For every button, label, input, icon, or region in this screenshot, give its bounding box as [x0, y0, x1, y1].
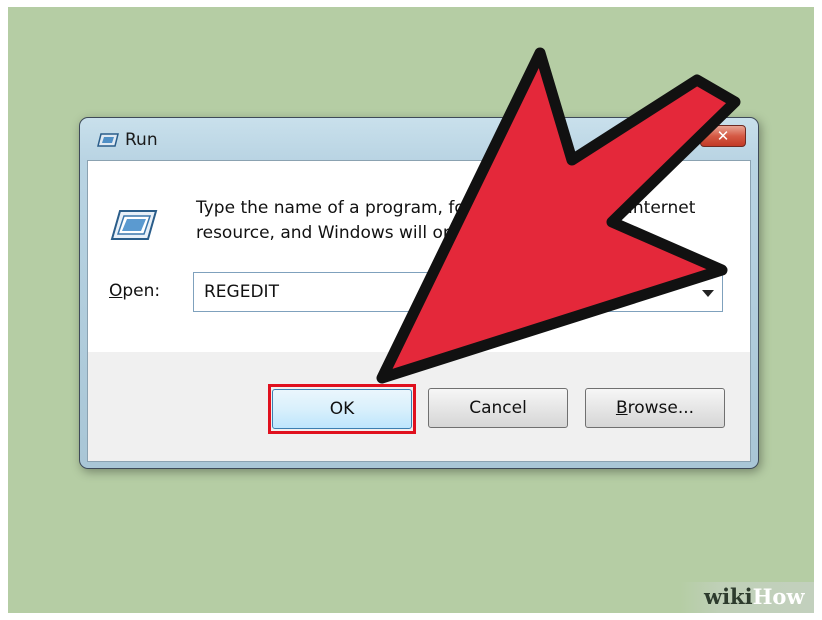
watermark-how: How [752, 584, 805, 609]
wikihow-watermark: wikiHow [680, 582, 814, 613]
watermark-wiki: wiki [704, 584, 753, 609]
red-arrow-icon [376, 47, 741, 384]
